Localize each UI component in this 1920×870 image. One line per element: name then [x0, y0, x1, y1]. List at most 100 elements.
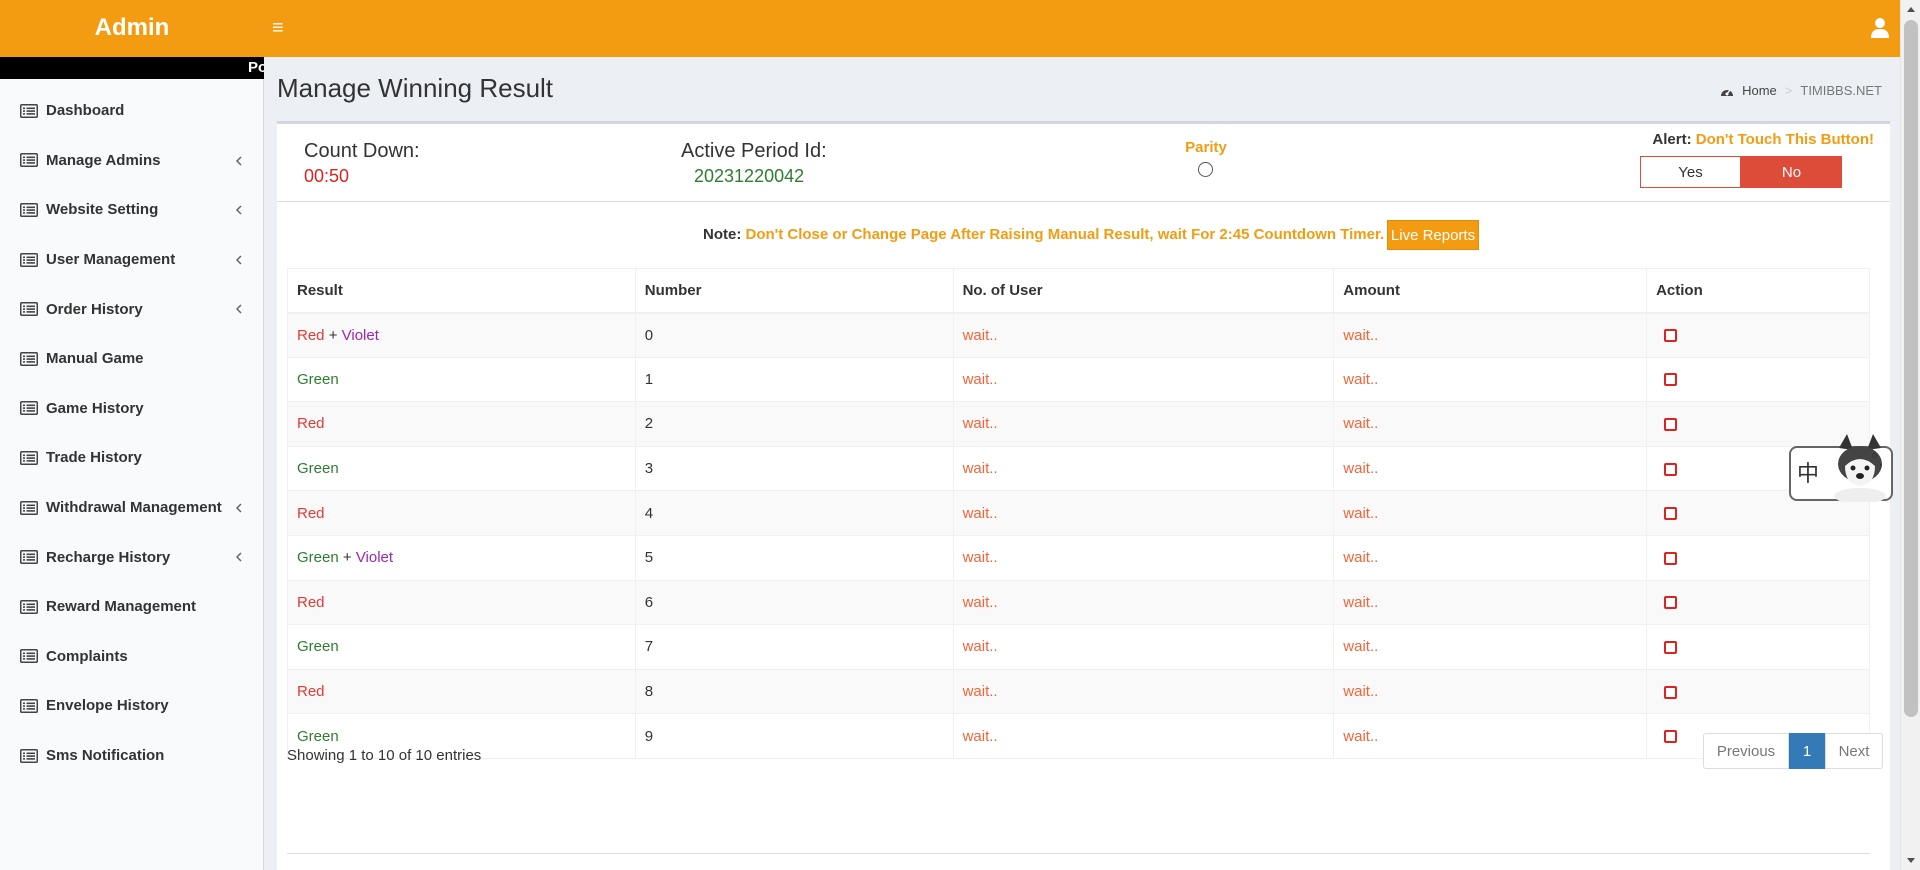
- list-icon: [20, 103, 38, 118]
- cell-amount: wait..: [1333, 624, 1648, 670]
- list-icon: [20, 698, 38, 713]
- cell-number: 8: [634, 668, 954, 715]
- sidebar-item-dashboard[interactable]: Dashboard: [0, 86, 264, 136]
- result-checkbox[interactable]: [1664, 730, 1678, 744]
- sidebar-item-label: Order History: [46, 300, 143, 318]
- sidebar-item-withdrawal-management[interactable]: Withdrawal Management: [0, 483, 264, 533]
- list-icon: [20, 500, 38, 515]
- sidebar-menu: Dashboard Manage Admins Website Setting Use…: [0, 86, 264, 780]
- result-checkbox[interactable]: [1664, 685, 1678, 699]
- yes-no-toggle: Yes No: [1640, 156, 1842, 188]
- cell-number: 4: [634, 490, 954, 536]
- result-color: Green: [297, 370, 339, 388]
- cell-users: wait..: [952, 534, 1335, 581]
- period-value: 20231220042: [694, 166, 805, 186]
- list-icon: [20, 252, 38, 267]
- stats-row: Count Down: 00:50 Active Period Id: 2023…: [277, 124, 1890, 202]
- result-plus: +: [324, 326, 342, 344]
- header-number[interactable]: Number: [634, 268, 954, 314]
- no-button[interactable]: No: [1741, 156, 1842, 188]
- scroll-down-arrow-icon[interactable]: [1905, 854, 1917, 866]
- result-checkbox[interactable]: [1664, 462, 1678, 476]
- sidebar-item-envelope-history[interactable]: Envelope History: [0, 681, 264, 731]
- list-icon: [20, 153, 38, 168]
- cell-result: Green: [287, 624, 636, 670]
- result-checkbox[interactable]: [1664, 418, 1678, 432]
- result-plus: +: [338, 549, 356, 567]
- table-header-row: Result Number No. of User Amount Action: [287, 268, 1870, 314]
- yes-button[interactable]: Yes: [1640, 156, 1741, 188]
- result-checkbox[interactable]: [1664, 329, 1678, 343]
- user-icon[interactable]: [1870, 16, 1890, 40]
- sidebar-item-game-history[interactable]: Game History: [0, 384, 264, 434]
- list-icon: [20, 401, 38, 416]
- top-navbar: Admin ≡: [0, 0, 1900, 57]
- cell-number: 0: [634, 312, 954, 358]
- cell-action: [1646, 534, 1870, 581]
- logo[interactable]: Admin: [0, 0, 264, 57]
- sidebar-item-sms-notification[interactable]: Sms Notification: [0, 731, 264, 781]
- next-page-button[interactable]: Next: [1825, 733, 1883, 769]
- page-1-button[interactable]: 1: [1789, 733, 1825, 769]
- previous-page-button[interactable]: Previous: [1703, 733, 1789, 769]
- sidebar-item-manage-admins[interactable]: Manage Admins: [0, 136, 264, 186]
- cell-result: Green + Violet: [287, 534, 636, 581]
- breadcrumb-home[interactable]: Home: [1742, 83, 1777, 98]
- sidebar-item-manual-game[interactable]: Manual Game: [0, 334, 264, 384]
- menu-toggle-icon[interactable]: ≡: [272, 14, 294, 42]
- cell-action: [1646, 579, 1870, 626]
- sidebar-item-user-management[interactable]: User Management: [0, 235, 264, 285]
- result-checkbox[interactable]: [1664, 507, 1678, 521]
- list-icon: [20, 550, 38, 565]
- countdown-label: Count Down:: [304, 140, 420, 162]
- sidebar-item-trade-history[interactable]: Trade History: [0, 433, 264, 483]
- alert-message: Don't Touch This Button!: [1695, 131, 1874, 148]
- note-row: Note: Don't Close or Change Page After R…: [277, 220, 1890, 250]
- sidebar-item-label: Sms Notification: [46, 747, 165, 765]
- result-box: Count Down: 00:50 Active Period Id: 2023…: [277, 121, 1890, 870]
- cell-number: 3: [634, 445, 954, 492]
- sidebar-item-complaints[interactable]: Complaints: [0, 632, 264, 682]
- sidebar-item-reward-management[interactable]: Reward Management: [0, 582, 264, 632]
- sidebar-item-order-history[interactable]: Order History: [0, 284, 264, 334]
- table-row: Red 8 wait.. wait..: [287, 668, 1870, 715]
- breadcrumb: Home > TIMIBBS.NET: [1720, 83, 1882, 98]
- result-color: Green: [297, 727, 339, 745]
- note-text: Note: Don't Close or Change Page After R…: [703, 226, 1384, 243]
- list-icon: [20, 748, 38, 763]
- ime-widget[interactable]: 中 °,: [1789, 434, 1893, 502]
- scroll-thumb[interactable]: [1904, 20, 1918, 717]
- header-users[interactable]: No. of User: [952, 268, 1335, 314]
- chevron-left-icon: [235, 205, 242, 215]
- cell-result: Green: [287, 356, 636, 403]
- page-title: Manage Winning Result: [277, 73, 554, 103]
- cell-action: [1646, 312, 1870, 358]
- period-label: Active Period Id:: [681, 140, 827, 162]
- alert-line: Alert: Don't Touch This Button!: [1652, 131, 1874, 148]
- scroll-up-arrow-icon[interactable]: [1905, 4, 1917, 16]
- cell-action: [1646, 624, 1870, 670]
- cell-users: wait..: [952, 713, 1335, 759]
- live-reports-button[interactable]: Live Reports: [1387, 220, 1479, 250]
- header-amount[interactable]: Amount: [1333, 268, 1648, 314]
- parity-radio[interactable]: [1198, 162, 1213, 177]
- chevron-left-icon: [235, 552, 242, 562]
- sidebar-item-website-setting[interactable]: Website Setting: [0, 185, 264, 235]
- result-checkbox[interactable]: [1664, 640, 1678, 654]
- sidebar-item-label: Manage Admins: [46, 151, 161, 169]
- sidebar-item-label: Envelope History: [46, 697, 169, 715]
- result-checkbox[interactable]: [1664, 373, 1678, 387]
- ime-language-char: 中: [1797, 461, 1820, 486]
- result-checkbox[interactable]: [1664, 596, 1678, 610]
- sidebar-item-recharge-history[interactable]: Recharge History: [0, 532, 264, 582]
- cell-users: wait..: [952, 356, 1335, 403]
- sidebar-item-label: Trade History: [46, 449, 142, 467]
- cell-amount: wait..: [1333, 490, 1648, 536]
- header-action[interactable]: Action: [1646, 268, 1870, 314]
- result-checkbox[interactable]: [1664, 551, 1678, 565]
- cell-action: [1646, 668, 1870, 715]
- cell-number: 5: [634, 534, 954, 581]
- cell-number: 1: [634, 356, 954, 403]
- header-result[interactable]: Result: [287, 268, 636, 314]
- page-scrollbar[interactable]: [1900, 0, 1920, 870]
